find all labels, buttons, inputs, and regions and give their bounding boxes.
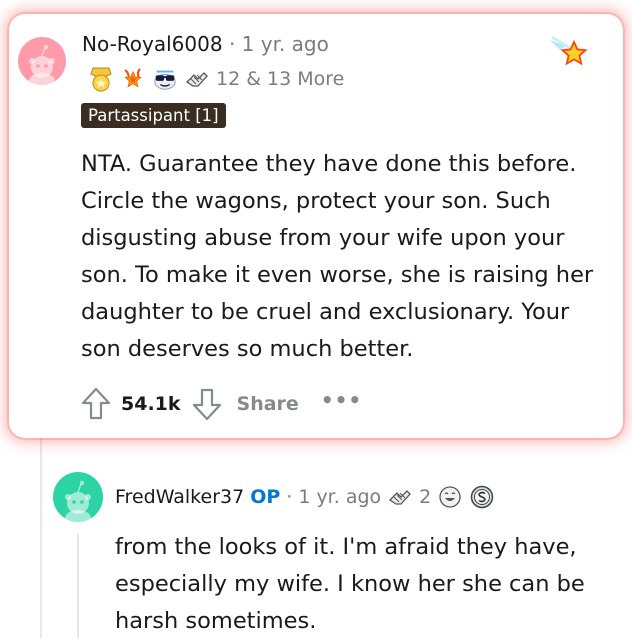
comment-body: NTA. Guarantee they have done this befor… bbox=[81, 151, 594, 362]
helping-hand-award-icon[interactable] bbox=[387, 484, 413, 510]
more-awards-link[interactable]: & 13 More bbox=[246, 68, 344, 90]
timestamp-link[interactable]: 1 yr. ago bbox=[242, 32, 329, 56]
comment-actions: 54.1k Share ••• bbox=[80, 384, 362, 424]
helping-hand-award-icon bbox=[184, 66, 210, 92]
username-link[interactable]: FredWalker37 bbox=[115, 486, 244, 508]
award-count: 2 bbox=[419, 486, 432, 508]
vote-score: 54.1k bbox=[121, 393, 181, 415]
snoo-avatar-icon bbox=[65, 480, 91, 522]
user-flair: Partassipant [1] bbox=[81, 103, 226, 128]
upvote-arrow-icon bbox=[81, 387, 111, 420]
fire-star-award-icon bbox=[120, 66, 146, 92]
separator: · bbox=[228, 32, 236, 56]
medal-award-icon bbox=[88, 66, 114, 92]
share-button[interactable]: Share bbox=[237, 393, 299, 415]
thread-line[interactable] bbox=[77, 534, 79, 638]
reply-meta: FredWalker37 OP · 1 yr. ago 2 bbox=[115, 483, 495, 511]
silver-award-icon[interactable] bbox=[469, 484, 495, 510]
downvote-button[interactable] bbox=[191, 386, 223, 422]
laughing-award-icon[interactable] bbox=[437, 484, 463, 510]
more-options-button[interactable]: ••• bbox=[321, 388, 362, 412]
op-badge: OP bbox=[250, 486, 281, 508]
avatar[interactable] bbox=[18, 37, 66, 85]
upvote-button[interactable] bbox=[80, 386, 112, 422]
username-link[interactable]: No-Royal6008 bbox=[82, 32, 223, 56]
star-award-icon bbox=[548, 35, 592, 76]
timestamp-link[interactable]: 1 yr. ago bbox=[298, 486, 381, 508]
awards-row[interactable]: 12 & 13 More bbox=[88, 64, 344, 94]
snoo-avatar-icon bbox=[29, 44, 55, 85]
award-count: 12 bbox=[216, 68, 241, 90]
separator: · bbox=[286, 486, 293, 508]
comment-meta: No-Royal6008 · 1 yr. ago bbox=[82, 32, 329, 56]
sunglasses-award-icon bbox=[152, 66, 178, 92]
downvote-arrow-icon bbox=[192, 388, 221, 421]
avatar[interactable] bbox=[53, 472, 103, 522]
reply-body: from the looks of it. I'm afraid they ha… bbox=[115, 534, 585, 634]
